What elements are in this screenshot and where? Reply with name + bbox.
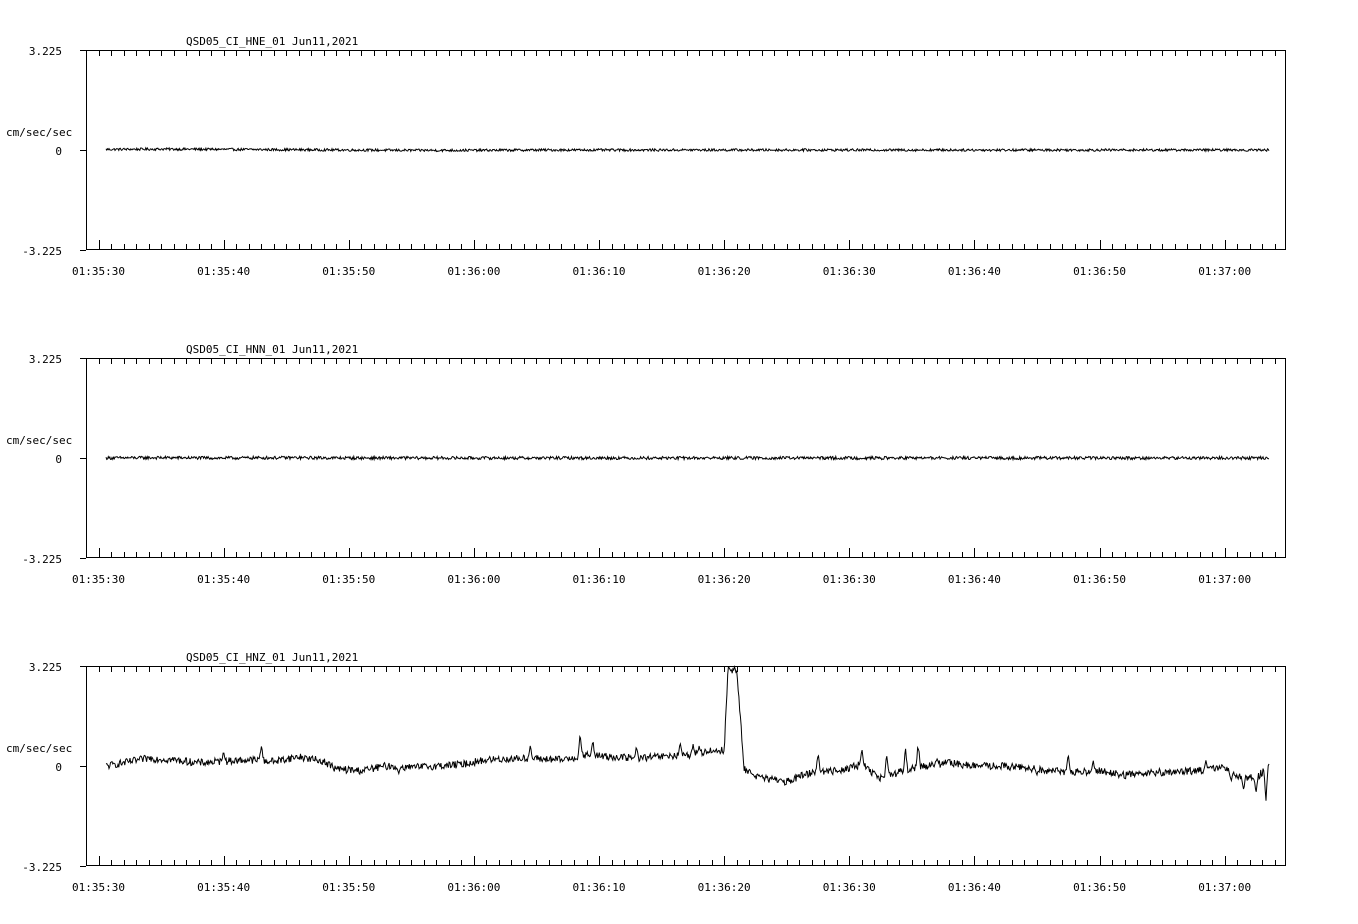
y-tick-label-top: 3.225 — [29, 45, 62, 58]
x-tick-label: 01:35:30 — [72, 265, 125, 278]
panel-hnz: QSD05_CI_HNZ_01 Jun11,2021 cm/sec/sec 3.… — [6, 651, 1286, 894]
plot-frame — [86, 666, 1286, 866]
x-tick-label: 01:37:00 — [1198, 881, 1251, 894]
y-tick-label-top: 3.225 — [29, 661, 62, 674]
x-tick-label: 01:36:20 — [698, 265, 751, 278]
x-tick-label: 01:36:50 — [1073, 573, 1126, 586]
x-tick-label: 01:35:50 — [322, 265, 375, 278]
x-tick-label: 01:36:00 — [447, 265, 500, 278]
x-tick-label: 01:36:20 — [698, 573, 751, 586]
x-tick-label: 01:37:00 — [1198, 573, 1251, 586]
panel-hnn: QSD05_CI_HNN_01 Jun11,2021 cm/sec/sec 3.… — [6, 343, 1286, 586]
x-tick-label: 01:36:30 — [823, 573, 876, 586]
x-tick-label: 01:35:30 — [72, 881, 125, 894]
y-tick-label-zero: 0 — [55, 453, 62, 466]
x-tick-label: 01:36:00 — [447, 573, 500, 586]
y-axis-label: cm/sec/sec — [6, 434, 72, 447]
x-tick-labels: 01:35:30 01:35:40 01:35:50 01:36:00 01:36:10… — [72, 265, 1251, 278]
y-axis-label: cm/sec/sec — [6, 126, 72, 139]
x-tick-label: 01:36:00 — [447, 881, 500, 894]
waveform-trace — [105, 454, 1270, 462]
panel-title: QSD05_CI_HNE_01 Jun11,2021 — [186, 35, 358, 48]
x-tick-labels: 01:35:30 01:35:40 01:35:50 01:36:00 01:36:10… — [72, 881, 1251, 894]
x-tick-label: 01:35:40 — [197, 881, 250, 894]
x-tick-label: 01:37:00 — [1198, 265, 1251, 278]
panel-title: QSD05_CI_HNN_01 Jun11,2021 — [186, 343, 358, 356]
y-axis-label: cm/sec/sec — [6, 742, 72, 755]
waveform-trace — [105, 665, 1270, 801]
tick-marks — [80, 666, 1276, 867]
x-tick-label: 01:36:10 — [573, 573, 626, 586]
x-tick-label: 01:36:30 — [823, 265, 876, 278]
y-tick-label-bottom: -3.225 — [22, 245, 62, 258]
x-tick-label: 01:36:40 — [948, 573, 1001, 586]
x-tick-labels: 01:35:30 01:35:40 01:35:50 01:36:00 01:36:10… — [72, 573, 1251, 586]
seismogram-figure: QSD05_CI_HNE_01 Jun11,2021 cm/sec/sec 3.… — [6, 35, 1286, 894]
y-tick-label-top: 3.225 — [29, 353, 62, 366]
x-tick-label: 01:36:20 — [698, 881, 751, 894]
x-tick-label: 01:35:40 — [197, 573, 250, 586]
x-tick-label: 01:36:10 — [573, 881, 626, 894]
x-tick-label: 01:36:50 — [1073, 265, 1126, 278]
x-tick-label: 01:36:30 — [823, 881, 876, 894]
panel-hne: QSD05_CI_HNE_01 Jun11,2021 cm/sec/sec 3.… — [6, 35, 1286, 278]
x-tick-label: 01:36:50 — [1073, 881, 1126, 894]
y-tick-label-bottom: -3.225 — [22, 553, 62, 566]
plot-frame — [86, 358, 1286, 558]
y-tick-label-bottom: -3.225 — [22, 861, 62, 874]
y-tick-label-zero: 0 — [55, 145, 62, 158]
x-tick-label: 01:35:40 — [197, 265, 250, 278]
x-tick-label: 01:35:50 — [322, 881, 375, 894]
x-tick-label: 01:36:10 — [573, 265, 626, 278]
x-tick-label: 01:36:40 — [948, 881, 1001, 894]
y-tick-label-zero: 0 — [55, 761, 62, 774]
x-tick-label: 01:36:40 — [948, 265, 1001, 278]
x-tick-label: 01:35:50 — [322, 573, 375, 586]
waveform-trace — [105, 146, 1270, 153]
panel-title: QSD05_CI_HNZ_01 Jun11,2021 — [186, 651, 358, 664]
x-tick-label: 01:35:30 — [72, 573, 125, 586]
